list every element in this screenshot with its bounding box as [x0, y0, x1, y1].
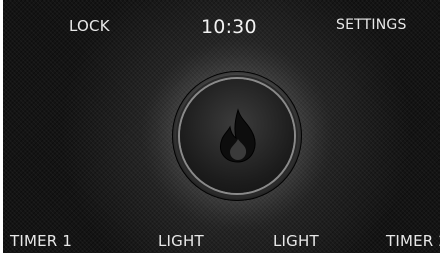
timer-2-button[interactable]: TIMER 2 [386, 232, 440, 250]
flame-button-ring [180, 79, 294, 193]
control-panel-screen: LOCK 10:30 SETTINGS TIMER 1 LIGHT LIGHT … [3, 0, 440, 253]
settings-button[interactable]: SETTINGS [336, 17, 407, 33]
timer-1-button[interactable]: TIMER 1 [10, 232, 72, 250]
flame-power-button[interactable] [172, 71, 302, 201]
flame-icon [220, 108, 256, 163]
clock-display: 10:30 [201, 16, 257, 38]
light-1-button[interactable]: LIGHT [158, 232, 204, 250]
light-2-button[interactable]: LIGHT [273, 232, 319, 250]
lock-button[interactable]: LOCK [69, 17, 110, 35]
